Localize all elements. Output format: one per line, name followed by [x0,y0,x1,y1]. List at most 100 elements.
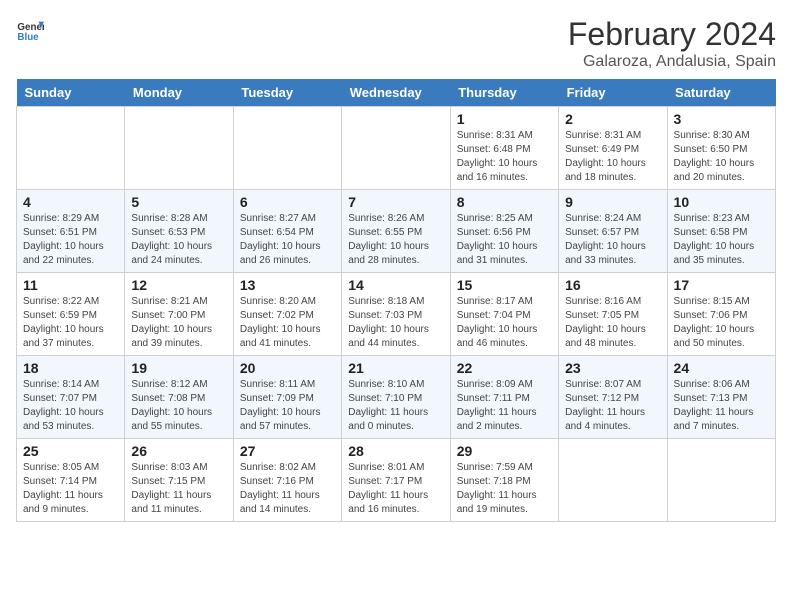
calendar-cell: 14Sunrise: 8:18 AM Sunset: 7:03 PM Dayli… [342,273,450,356]
day-info: Sunrise: 8:21 AM Sunset: 7:00 PM Dayligh… [131,295,226,351]
calendar-cell: 10 Sunrise: 8:23 AM Sunset: 6:58 PM Dayli… [667,190,775,273]
day-number: 9 [565,194,660,210]
calendar-cell: 29 Sunrise: 7:59 AM Sunset: 7:18 PM Dayli… [450,439,558,522]
day-number: 8 [457,194,552,210]
day-number: 16 [565,277,660,293]
day-number: 13 [240,277,335,293]
day-info: Sunrise: 8:28 AM Sunset: 6:53 PM Dayligh… [131,212,226,268]
calendar-body: 1Sunrise: 8:31 AM Sunset: 6:48 PM Daylig… [17,107,776,522]
day-of-week-header: Sunday [17,79,125,107]
day-number: 21 [348,360,443,376]
day-info: Sunrise: 8:12 AM Sunset: 7:08 PM Dayligh… [131,378,226,434]
day-of-week-header: Saturday [667,79,775,107]
day-number: 18 [23,360,118,376]
calendar-cell: 26 Sunrise: 8:03 AM Sunset: 7:15 PM Dayli… [125,439,233,522]
calendar-header-row: SundayMondayTuesdayWednesdayThursdayFrid… [17,79,776,107]
day-info: Sunrise: 8:11 AM Sunset: 7:09 PM Dayligh… [240,378,335,434]
calendar-cell [17,107,125,190]
svg-text:Blue: Blue [17,32,39,43]
day-number: 15 [457,277,552,293]
calendar-cell [342,107,450,190]
day-number: 5 [131,194,226,210]
page-header: General Blue February 2024 Galaroza, And… [16,16,776,71]
calendar-cell: 17 Sunrise: 8:15 AM Sunset: 7:06 PM Dayli… [667,273,775,356]
day-number: 7 [348,194,443,210]
calendar-cell: 2 Sunrise: 8:31 AM Sunset: 6:49 PM Daylig… [559,107,667,190]
day-of-week-header: Friday [559,79,667,107]
calendar-cell: 13Sunrise: 8:20 AM Sunset: 7:02 PM Dayli… [233,273,341,356]
day-number: 4 [23,194,118,210]
logo: General Blue [16,16,44,44]
day-number: 26 [131,443,226,459]
day-number: 11 [23,277,118,293]
calendar-cell: 1Sunrise: 8:31 AM Sunset: 6:48 PM Daylig… [450,107,558,190]
calendar-cell [125,107,233,190]
day-info: Sunrise: 8:05 AM Sunset: 7:14 PM Dayligh… [23,461,118,517]
calendar-cell [667,439,775,522]
day-of-week-header: Wednesday [342,79,450,107]
calendar-cell: 6Sunrise: 8:27 AM Sunset: 6:54 PM Daylig… [233,190,341,273]
day-of-week-header: Thursday [450,79,558,107]
day-info: Sunrise: 8:17 AM Sunset: 7:04 PM Dayligh… [457,295,552,351]
day-info: Sunrise: 8:29 AM Sunset: 6:51 PM Dayligh… [23,212,118,268]
calendar-cell: 19 Sunrise: 8:12 AM Sunset: 7:08 PM Dayli… [125,356,233,439]
day-info: Sunrise: 8:31 AM Sunset: 6:48 PM Dayligh… [457,129,552,185]
day-info: Sunrise: 8:02 AM Sunset: 7:16 PM Dayligh… [240,461,335,517]
day-info: Sunrise: 8:24 AM Sunset: 6:57 PM Dayligh… [565,212,660,268]
calendar-cell: 4 Sunrise: 8:29 AM Sunset: 6:51 PM Daylig… [17,190,125,273]
day-info: Sunrise: 8:18 AM Sunset: 7:03 PM Dayligh… [348,295,443,351]
day-of-week-header: Tuesday [233,79,341,107]
day-info: Sunrise: 8:07 AM Sunset: 7:12 PM Dayligh… [565,378,660,434]
calendar-cell: 22 Sunrise: 8:09 AM Sunset: 7:11 PM Dayli… [450,356,558,439]
calendar-week-row: 1Sunrise: 8:31 AM Sunset: 6:48 PM Daylig… [17,107,776,190]
calendar-cell: 18Sunrise: 8:14 AM Sunset: 7:07 PM Dayli… [17,356,125,439]
day-info: Sunrise: 8:26 AM Sunset: 6:55 PM Dayligh… [348,212,443,268]
calendar-week-row: 18Sunrise: 8:14 AM Sunset: 7:07 PM Dayli… [17,356,776,439]
calendar-cell: 23Sunrise: 8:07 AM Sunset: 7:12 PM Dayli… [559,356,667,439]
calendar-week-row: 11Sunrise: 8:22 AM Sunset: 6:59 PM Dayli… [17,273,776,356]
day-number: 2 [565,111,660,127]
calendar-cell: 3Sunrise: 8:30 AM Sunset: 6:50 PM Daylig… [667,107,775,190]
calendar-cell: 27 Sunrise: 8:02 AM Sunset: 7:16 PM Dayli… [233,439,341,522]
calendar-cell: 9 Sunrise: 8:24 AM Sunset: 6:57 PM Daylig… [559,190,667,273]
calendar-cell: 20 Sunrise: 8:11 AM Sunset: 7:09 PM Dayli… [233,356,341,439]
day-info: Sunrise: 8:30 AM Sunset: 6:50 PM Dayligh… [674,129,769,185]
day-number: 27 [240,443,335,459]
calendar-cell: 25Sunrise: 8:05 AM Sunset: 7:14 PM Dayli… [17,439,125,522]
day-number: 12 [131,277,226,293]
title-area: February 2024 Galaroza, Andalusia, Spain [568,16,776,71]
logo-icon: General Blue [16,16,44,44]
month-title: February 2024 [568,16,776,53]
calendar-cell: 24 Sunrise: 8:06 AM Sunset: 7:13 PM Dayli… [667,356,775,439]
calendar-cell: 7 Sunrise: 8:26 AM Sunset: 6:55 PM Daylig… [342,190,450,273]
day-info: Sunrise: 8:15 AM Sunset: 7:06 PM Dayligh… [674,295,769,351]
calendar-week-row: 4 Sunrise: 8:29 AM Sunset: 6:51 PM Daylig… [17,190,776,273]
day-info: Sunrise: 8:25 AM Sunset: 6:56 PM Dayligh… [457,212,552,268]
day-info: Sunrise: 8:10 AM Sunset: 7:10 PM Dayligh… [348,378,443,434]
day-info: Sunrise: 8:03 AM Sunset: 7:15 PM Dayligh… [131,461,226,517]
day-number: 22 [457,360,552,376]
day-number: 29 [457,443,552,459]
day-number: 10 [674,194,769,210]
day-info: Sunrise: 8:06 AM Sunset: 7:13 PM Dayligh… [674,378,769,434]
calendar-cell: 16Sunrise: 8:16 AM Sunset: 7:05 PM Dayli… [559,273,667,356]
day-info: Sunrise: 8:31 AM Sunset: 6:49 PM Dayligh… [565,129,660,185]
day-number: 17 [674,277,769,293]
day-number: 20 [240,360,335,376]
day-number: 6 [240,194,335,210]
calendar-cell: 5 Sunrise: 8:28 AM Sunset: 6:53 PM Daylig… [125,190,233,273]
calendar-cell: 28Sunrise: 8:01 AM Sunset: 7:17 PM Dayli… [342,439,450,522]
day-info: Sunrise: 8:23 AM Sunset: 6:58 PM Dayligh… [674,212,769,268]
day-info: Sunrise: 8:01 AM Sunset: 7:17 PM Dayligh… [348,461,443,517]
day-info: Sunrise: 7:59 AM Sunset: 7:18 PM Dayligh… [457,461,552,517]
day-info: Sunrise: 8:09 AM Sunset: 7:11 PM Dayligh… [457,378,552,434]
calendar-cell: 21 Sunrise: 8:10 AM Sunset: 7:10 PM Dayli… [342,356,450,439]
calendar-cell: 15 Sunrise: 8:17 AM Sunset: 7:04 PM Dayli… [450,273,558,356]
calendar-cell: 8 Sunrise: 8:25 AM Sunset: 6:56 PM Daylig… [450,190,558,273]
calendar-cell: 12 Sunrise: 8:21 AM Sunset: 7:00 PM Dayli… [125,273,233,356]
day-number: 19 [131,360,226,376]
calendar-cell: 11Sunrise: 8:22 AM Sunset: 6:59 PM Dayli… [17,273,125,356]
day-number: 24 [674,360,769,376]
day-of-week-header: Monday [125,79,233,107]
calendar-cell [559,439,667,522]
